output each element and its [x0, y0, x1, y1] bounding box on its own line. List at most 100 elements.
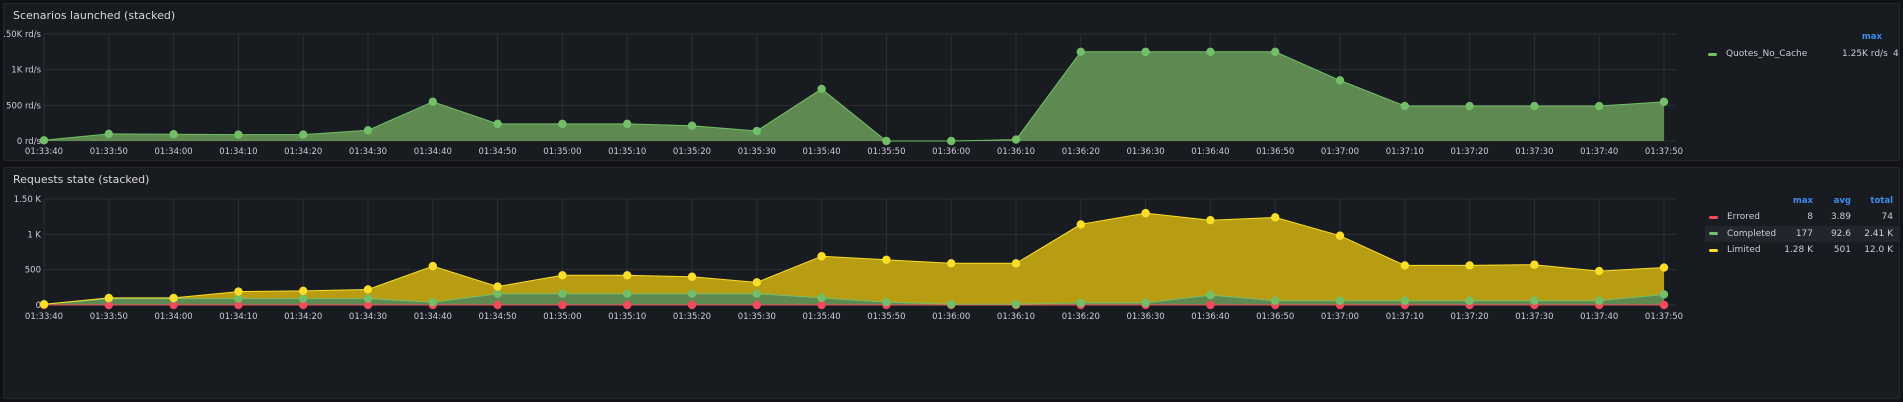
legend-header-avg[interactable]: avg: [1817, 196, 1851, 206]
data-point[interactable]: [428, 97, 437, 106]
data-point[interactable]: [817, 293, 826, 303]
y-tick-label: 1.50K rd/s: [4, 30, 42, 40]
data-point[interactable]: [39, 136, 49, 145]
data-point[interactable]: [1595, 101, 1604, 111]
data-point[interactable]: [299, 294, 308, 303]
legend-item[interactable]: Limited 1.28 K 501 12.0 K: [1705, 242, 1899, 258]
data-point[interactable]: [558, 271, 567, 280]
data-point[interactable]: [363, 126, 373, 135]
data-point[interactable]: [752, 289, 761, 298]
data-point[interactable]: [947, 300, 956, 309]
data-point[interactable]: [1530, 101, 1539, 111]
data-point[interactable]: [623, 271, 632, 280]
scenarios-chart[interactable]: 0 rd/s 500 rd/s 1K rd/s 1.50K rd/s 01:33:40 0…: [4, 4, 1694, 161]
x-tick-label: 01:35:40: [803, 147, 841, 157]
data-point[interactable]: [104, 293, 114, 303]
data-point[interactable]: [882, 136, 891, 146]
data-point[interactable]: [687, 272, 697, 281]
data-point[interactable]: [752, 300, 761, 310]
data-point[interactable]: [1659, 263, 1669, 272]
data-point[interactable]: [234, 130, 243, 139]
x-tick-label: 01:36:10: [997, 312, 1035, 322]
data-point[interactable]: [1465, 101, 1474, 111]
data-point[interactable]: [1595, 266, 1604, 276]
data-point[interactable]: [1011, 135, 1021, 144]
data-point[interactable]: [1076, 220, 1086, 229]
data-point[interactable]: [1206, 216, 1215, 225]
x-tick-label: 01:34:40: [414, 312, 452, 322]
legend-item[interactable]: Errored 8 3.89 74: [1705, 209, 1899, 225]
data-point[interactable]: [558, 119, 567, 129]
data-point[interactable]: [687, 289, 697, 298]
data-point[interactable]: [428, 261, 437, 271]
x-tick-label: 01:36:00: [932, 147, 970, 157]
data-point[interactable]: [558, 289, 567, 298]
data-point[interactable]: [1335, 231, 1345, 240]
data-point[interactable]: [1400, 261, 1410, 270]
data-point[interactable]: [1206, 47, 1215, 57]
data-point[interactable]: [363, 294, 373, 303]
data-point[interactable]: [623, 300, 632, 310]
data-point[interactable]: [299, 130, 308, 139]
data-point[interactable]: [299, 286, 308, 296]
data-point[interactable]: [752, 278, 761, 287]
data-point[interactable]: [1076, 47, 1086, 57]
data-point[interactable]: [1659, 300, 1669, 310]
data-point[interactable]: [493, 300, 502, 310]
data-point[interactable]: [1011, 300, 1021, 309]
data-point[interactable]: [1271, 296, 1280, 305]
y-tick-label: 1 K: [27, 230, 41, 240]
data-point[interactable]: [104, 129, 114, 139]
legend-item[interactable]: Quotes_No_Cache 1.25K rd/s 442: [1704, 46, 1899, 62]
data-point[interactable]: [1141, 298, 1150, 308]
x-tick-label: 01:37:20: [1451, 147, 1489, 157]
data-point[interactable]: [558, 300, 567, 310]
data-point[interactable]: [1400, 296, 1410, 305]
data-point[interactable]: [947, 259, 956, 268]
data-point[interactable]: [1206, 290, 1215, 300]
data-point[interactable]: [1011, 259, 1021, 268]
legend-header-max[interactable]: max: [1773, 196, 1813, 206]
data-point[interactable]: [623, 289, 632, 298]
data-point[interactable]: [882, 255, 891, 264]
data-point[interactable]: [687, 121, 697, 130]
data-point[interactable]: [1206, 300, 1215, 310]
data-point[interactable]: [1465, 261, 1474, 270]
data-point[interactable]: [1076, 298, 1086, 308]
data-point[interactable]: [1335, 296, 1345, 305]
data-point[interactable]: [493, 282, 502, 291]
data-point[interactable]: [169, 130, 178, 139]
legend-swatch: [1708, 52, 1717, 56]
data-point[interactable]: [169, 293, 178, 303]
data-point[interactable]: [39, 300, 49, 309]
data-point[interactable]: [752, 126, 761, 136]
data-point[interactable]: [1659, 290, 1669, 299]
data-point[interactable]: [363, 285, 373, 294]
data-point[interactable]: [1595, 296, 1604, 305]
data-point[interactable]: [882, 297, 891, 307]
data-point[interactable]: [1335, 76, 1345, 85]
data-point[interactable]: [428, 297, 437, 307]
data-point[interactable]: [817, 252, 826, 261]
requests-state-chart[interactable]: 05001 K1.50 K01:33:40 01:33:50 01:34:00 01:…: [4, 168, 1694, 399]
data-point[interactable]: [623, 119, 632, 129]
data-point[interactable]: [1141, 47, 1150, 57]
data-point[interactable]: [1465, 296, 1474, 305]
y-tick-label: 0 rd/s: [17, 137, 42, 147]
legend-item[interactable]: Completed 177 92.6 2.41 K: [1705, 225, 1899, 242]
data-point[interactable]: [947, 136, 956, 146]
data-point[interactable]: [1659, 97, 1669, 106]
data-point[interactable]: [1530, 296, 1539, 305]
data-point[interactable]: [1141, 208, 1150, 218]
data-point[interactable]: [1271, 213, 1280, 222]
data-point[interactable]: [1271, 47, 1280, 57]
data-point[interactable]: [1400, 101, 1410, 111]
data-point[interactable]: [493, 119, 502, 129]
data-point[interactable]: [234, 287, 243, 296]
data-point[interactable]: [687, 300, 697, 310]
data-point[interactable]: [1530, 260, 1539, 269]
legend-header-total[interactable]: total: [1857, 196, 1893, 206]
legend-header-max[interactable]: max: [1842, 32, 1882, 42]
x-tick-label: 01:37:10: [1386, 312, 1424, 322]
data-point[interactable]: [817, 84, 826, 94]
